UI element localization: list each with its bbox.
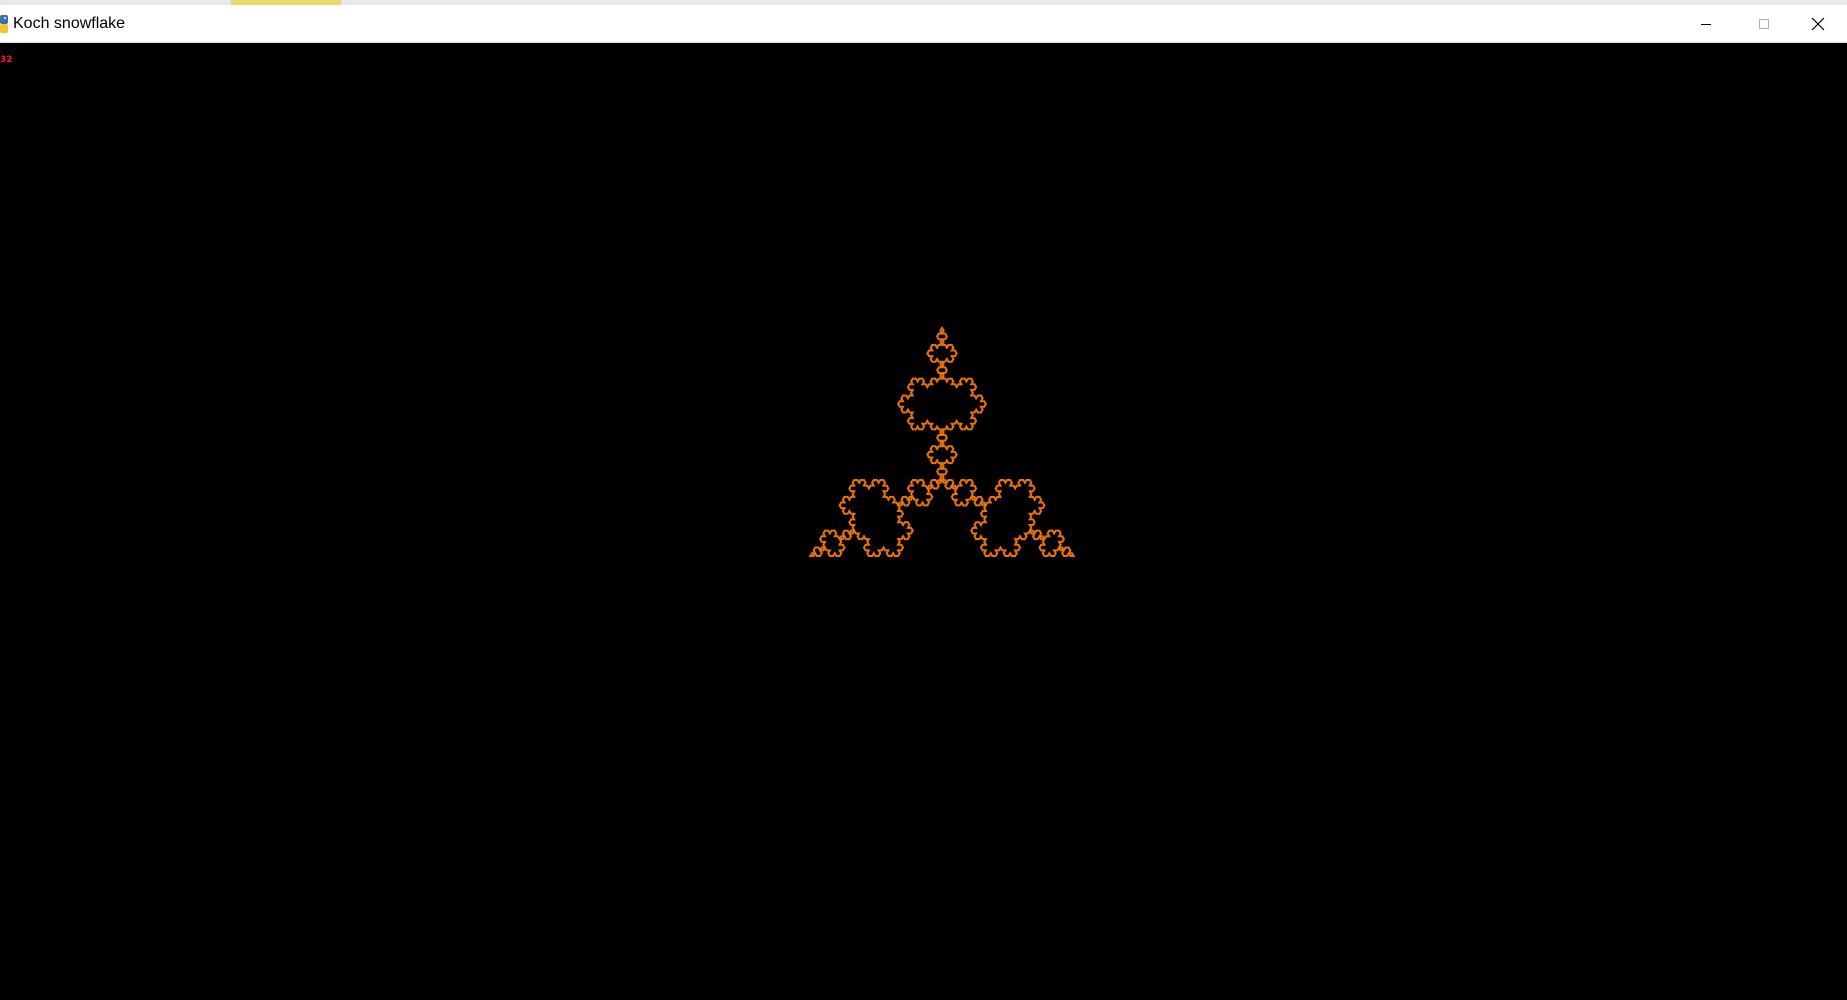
maximize-icon: [1759, 19, 1769, 29]
maximize-button[interactable]: [1735, 5, 1793, 43]
close-icon: [1811, 17, 1825, 31]
minimize-button[interactable]: [1677, 5, 1735, 43]
window-titlebar[interactable]: Koch snowflake: [0, 5, 1847, 43]
python-icon: [0, 15, 8, 33]
window-title: Koch snowflake: [13, 15, 126, 32]
render-canvas[interactable]: 32: [0, 43, 1847, 1000]
koch-snowflake: [808, 326, 1076, 557]
minimize-icon: [1701, 24, 1711, 25]
koch-snowflake-drawing: [808, 326, 1076, 557]
close-button[interactable]: [1789, 5, 1847, 43]
